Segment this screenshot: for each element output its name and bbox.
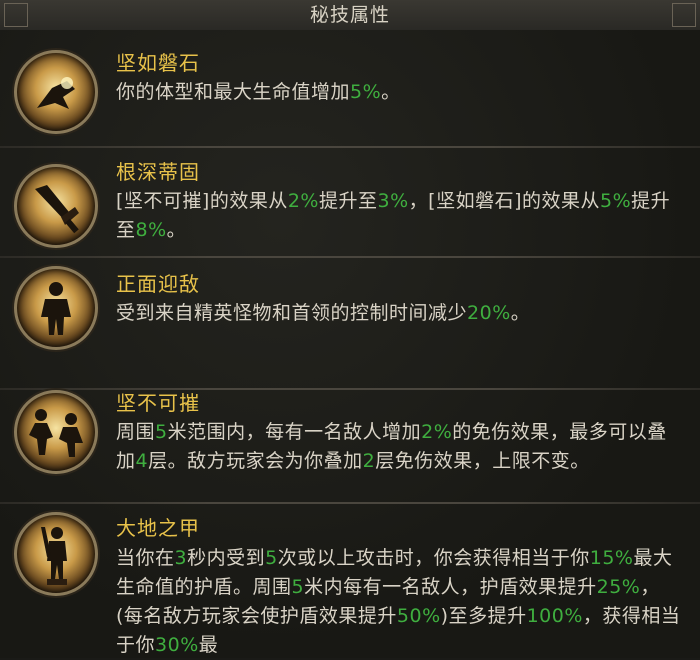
skill-name: 坚如磐石 xyxy=(116,51,200,75)
highlight-value: 5 xyxy=(265,547,278,569)
highlight-value: 100% xyxy=(526,605,583,627)
highlight-value: 2 xyxy=(362,450,376,472)
highlight-value: 2% xyxy=(287,190,319,212)
skill-name: 根深蒂固 xyxy=(116,160,200,184)
description-text: 。 xyxy=(510,302,531,324)
skill-row[interactable]: 坚如磐石 你的体型和最大生命值增加5%。 xyxy=(0,30,700,146)
highlight-value: 5% xyxy=(599,190,632,212)
earth-armor-warrior-icon xyxy=(14,512,98,596)
skill-description: 当你在3秒内受到5次或以上攻击时，你会获得相当于你15%最大生命值的护盾。周围5… xyxy=(116,544,686,660)
description-text: 当你在 xyxy=(116,547,175,569)
description-text: 米内每有一名敌人，护盾效果提升 xyxy=(304,576,597,598)
highlight-value: 5 xyxy=(155,421,168,443)
header-corner-ornament xyxy=(4,3,28,27)
highlight-value: 3% xyxy=(377,190,409,212)
skill-list: 坚如磐石 你的体型和最大生命值增加5%。 根深蒂固 [坚不可摧]的效果从2%提升… xyxy=(0,30,700,658)
description-text: 秒内受到 xyxy=(187,547,266,569)
description-text: 最 xyxy=(198,634,219,656)
description-text: 米范围内，每有一名敌人增加 xyxy=(167,421,422,443)
highlight-value: 25% xyxy=(596,576,641,598)
highlight-value: 20% xyxy=(467,302,511,324)
skill-row[interactable]: 坚不可摧 周围5米范围内，每有一名敌人增加2%的免伤效果，最多可以叠加4层。敌方… xyxy=(0,390,700,504)
description-text: 提升至 xyxy=(318,190,378,212)
description-text: [坚不可摧]的效果从 xyxy=(116,190,288,212)
highlight-value: 4 xyxy=(135,450,149,472)
description-text: 层免伤效果，上限不变。 xyxy=(375,450,590,472)
panel-header: 秘技属性 xyxy=(0,0,700,31)
highlight-value: 15% xyxy=(589,547,634,569)
description-text: ，[坚如磐石]的效果从 xyxy=(408,190,600,212)
deep-roots-sword-icon xyxy=(14,164,98,248)
description-text: 受到来自精英怪物和首领的控制时间减少 xyxy=(116,302,468,324)
highlight-value: 2% xyxy=(421,421,453,443)
description-text: 周围 xyxy=(116,421,156,443)
skill-description: 你的体型和最大生命值增加5%。 xyxy=(116,78,686,107)
warrior-stance-icon xyxy=(14,266,98,350)
highlight-value: 30% xyxy=(155,634,199,656)
skill-description: [坚不可摧]的效果从2%提升至3%，[坚如磐石]的效果从5%提升至8%。 xyxy=(116,187,686,245)
skill-name: 坚不可摧 xyxy=(116,391,200,415)
header-corner-ornament xyxy=(672,3,696,27)
skill-row[interactable]: 根深蒂固 [坚不可摧]的效果从2%提升至3%，[坚如磐石]的效果从5%提升至8%… xyxy=(0,148,700,256)
stone-fist-icon xyxy=(14,50,98,134)
description-text: 次或以上攻击时，你会获得相当于你 xyxy=(277,547,590,569)
fighters-clash-icon xyxy=(14,390,98,474)
highlight-value: 5 xyxy=(291,576,305,598)
highlight-value: 50% xyxy=(396,605,441,627)
highlight-value: 8% xyxy=(135,219,167,241)
description-text: 层。敌方玩家会为你叠加 xyxy=(148,450,363,472)
skill-row[interactable]: 大地之甲 当你在3秒内受到5次或以上攻击时，你会获得相当于你15%最大生命值的护… xyxy=(0,504,700,658)
description-text: 。 xyxy=(166,219,187,241)
description-text: 。 xyxy=(381,81,401,103)
highlight-value: 5% xyxy=(350,81,382,103)
description-text: )至多提升 xyxy=(440,605,527,627)
panel-title: 秘技属性 xyxy=(309,4,390,26)
description-text: 你的体型和最大生命值增加 xyxy=(116,81,351,103)
highlight-value: 3 xyxy=(174,547,188,569)
skill-name: 大地之甲 xyxy=(116,516,200,540)
skill-description: 受到来自精英怪物和首领的控制时间减少20%。 xyxy=(116,299,686,328)
skill-description: 周围5米范围内，每有一名敌人增加2%的免伤效果，最多可以叠加4层。敌方玩家会为你… xyxy=(116,418,686,476)
skill-name: 正面迎敌 xyxy=(116,272,200,296)
skill-row[interactable]: 正面迎敌 受到来自精英怪物和首领的控制时间减少20%。 xyxy=(0,258,700,388)
